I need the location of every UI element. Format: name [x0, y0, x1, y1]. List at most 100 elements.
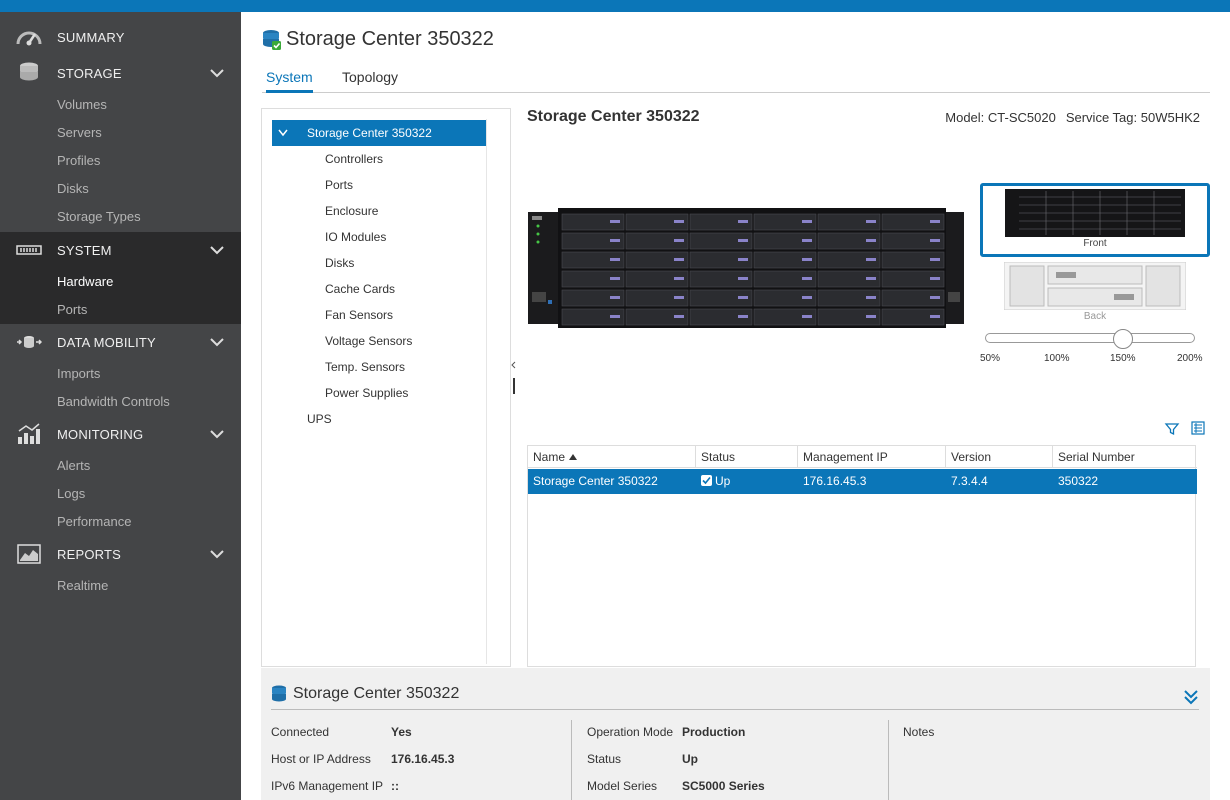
tree-item-enclosure[interactable]: Enclosure [325, 204, 378, 218]
label-ipv6: IPv6 Management IP [271, 779, 384, 793]
storage-center-table: Name Status Management IP Version Serial… [527, 445, 1197, 667]
column-header-serial-number[interactable]: Serial Number [1053, 446, 1197, 468]
tree-item-ups[interactable]: UPS [307, 412, 332, 426]
sidebar-item-storage-types[interactable]: Storage Types [0, 203, 241, 231]
sidebar-item-performance[interactable]: Performance [0, 508, 241, 536]
enclosure-front-view[interactable] [528, 208, 964, 328]
sidebar-item-bandwidth-controls[interactable]: Bandwidth Controls [0, 388, 241, 416]
table-header: Name Status Management IP Version Serial… [528, 446, 1197, 468]
sidebar-item-logs[interactable]: Logs [0, 480, 241, 508]
collapse-icon[interactable] [1183, 688, 1199, 706]
column-chooser-icon[interactable] [1190, 420, 1206, 436]
summary-header: Storage Center 350322 [271, 678, 1199, 710]
tree-item-power-supplies[interactable]: Power Supplies [325, 386, 408, 400]
sidebar-section-label: MONITORING [57, 426, 144, 442]
tree-item-io-modules[interactable]: IO Modules [325, 230, 386, 244]
sidebar-section-label: REPORTS [57, 546, 122, 562]
view-thumbnail-back[interactable]: Back [1003, 261, 1187, 324]
data-mobility-icon [16, 331, 42, 353]
value-ipv6: :: [391, 779, 399, 793]
sidebar-item-volumes[interactable]: Volumes [0, 91, 241, 119]
summary-divider [571, 720, 572, 800]
page-title: Storage Center 350322 [286, 28, 494, 50]
cell-management-ip: 176.16.45.3 [803, 474, 867, 488]
hardware-icon [16, 239, 42, 261]
storage-center-icon [263, 29, 281, 50]
tree-item-fan-sensors[interactable]: Fan Sensors [325, 308, 393, 322]
chevron-down-icon[interactable] [209, 242, 225, 258]
chevron-down-icon[interactable] [209, 546, 225, 562]
value-status: Up [682, 752, 698, 766]
sidebar-item-disks[interactable]: Disks [0, 175, 241, 203]
tree-item-disks[interactable]: Disks [325, 256, 354, 270]
sidebar-section-summary[interactable]: SUMMARY [0, 19, 241, 55]
sidebar-section-monitoring[interactable]: MONITORING [0, 416, 241, 452]
sidebar-item-imports[interactable]: Imports [0, 360, 241, 388]
chevron-down-icon[interactable] [209, 334, 225, 350]
view-thumbnail-front[interactable]: Front [980, 183, 1210, 257]
zoom-label-100: 100% [1044, 353, 1070, 364]
zoom-label-200: 200% [1177, 353, 1203, 364]
top-accent-bar [0, 0, 1230, 12]
panel-splitter[interactable] [511, 358, 517, 398]
back-view-label: Back [1083, 311, 1107, 322]
tab-bar: System Topology [262, 66, 1210, 93]
cell-version: 7.3.4.4 [951, 474, 988, 488]
sidebar-item-profiles[interactable]: Profiles [0, 147, 241, 175]
back-thumbnail-image [1003, 261, 1187, 311]
sidebar-section-label: SUMMARY [57, 29, 125, 45]
value-host-ip: 176.16.45.3 [391, 752, 455, 766]
column-header-management-ip[interactable]: Management IP [798, 446, 946, 468]
report-chart-icon [16, 543, 42, 565]
sidebar-section-label: SYSTEM [57, 242, 112, 258]
label-operation-mode: Operation Mode [587, 725, 674, 739]
model-info: Model: CT-SC5020 Service Tag: 50W5HK2 [945, 110, 1200, 125]
filter-icon[interactable] [1164, 421, 1180, 437]
column-header-name[interactable]: Name [528, 446, 696, 468]
sidebar: SUMMARY STORAGE Volumes Servers Profiles… [0, 12, 241, 800]
sidebar-section-label: STORAGE [57, 65, 122, 81]
tree-item-controllers[interactable]: Controllers [325, 152, 383, 166]
tab-topology[interactable]: Topology [342, 69, 398, 90]
sidebar-item-realtime[interactable]: Realtime [0, 572, 241, 600]
sidebar-item-hardware[interactable]: Hardware [0, 268, 241, 296]
sidebar-section-storage[interactable]: STORAGE [0, 55, 241, 91]
sidebar-group-system: SYSTEM Hardware Ports [0, 232, 241, 324]
summary-title: Storage Center 350322 [293, 684, 460, 702]
column-header-version[interactable]: Version [946, 446, 1053, 468]
front-view-label: Front [1083, 238, 1107, 249]
sidebar-section-data-mobility[interactable]: DATA MOBILITY [0, 324, 241, 360]
zoom-slider-track[interactable] [985, 333, 1195, 343]
value-operation-mode: Production [682, 725, 746, 739]
sidebar-section-label: DATA MOBILITY [57, 334, 156, 350]
tree-item-voltage-sensors[interactable]: Voltage Sensors [325, 334, 412, 348]
chevron-down-icon[interactable] [272, 129, 294, 137]
tree-item-cache-cards[interactable]: Cache Cards [325, 282, 395, 296]
cell-serial-number: 350322 [1058, 474, 1099, 488]
sidebar-item-ports[interactable]: Ports [0, 296, 241, 324]
tree-item-storage-center[interactable]: Storage Center 350322 [272, 120, 486, 146]
status-check-icon [701, 475, 712, 486]
sidebar-section-system[interactable]: SYSTEM [0, 232, 241, 268]
tree-scrollbar[interactable] [486, 119, 500, 664]
tree-item-temp-sensors[interactable]: Temp. Sensors [325, 360, 405, 374]
label-connected: Connected [271, 725, 330, 739]
sidebar-item-alerts[interactable]: Alerts [0, 452, 241, 480]
sidebar-item-servers[interactable]: Servers [0, 119, 241, 147]
chevron-down-icon[interactable] [209, 65, 225, 81]
zoom-label-50: 50% [980, 353, 1001, 364]
column-header-status[interactable]: Status [696, 446, 798, 468]
tree-item-ports[interactable]: Ports [325, 178, 353, 192]
bar-chart-icon [16, 423, 42, 445]
zoom-label-150: 150% [1110, 353, 1136, 364]
label-notes: Notes [903, 725, 935, 739]
database-icon [16, 62, 42, 84]
gauge-icon [16, 26, 42, 48]
zoom-slider-handle[interactable] [1112, 329, 1133, 349]
tree-item-label: Storage Center 350322 [307, 126, 432, 140]
chevron-down-icon[interactable] [209, 426, 225, 442]
sidebar-section-reports[interactable]: REPORTS [0, 536, 241, 572]
table-row[interactable]: Storage Center 350322 Up 176.16.45.3 7.3… [528, 469, 1197, 494]
tab-system[interactable]: System [266, 69, 313, 93]
sort-ascending-icon [569, 454, 578, 460]
